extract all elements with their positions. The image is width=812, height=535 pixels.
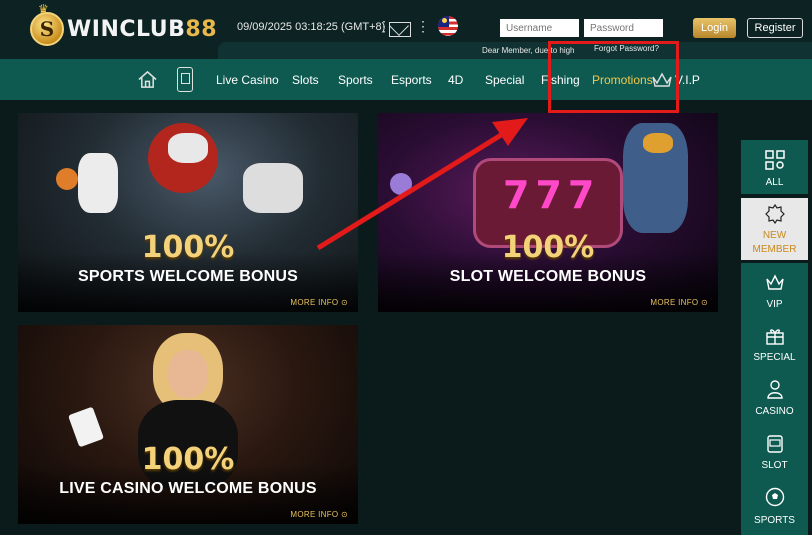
annotation-arrow (316, 118, 528, 251)
